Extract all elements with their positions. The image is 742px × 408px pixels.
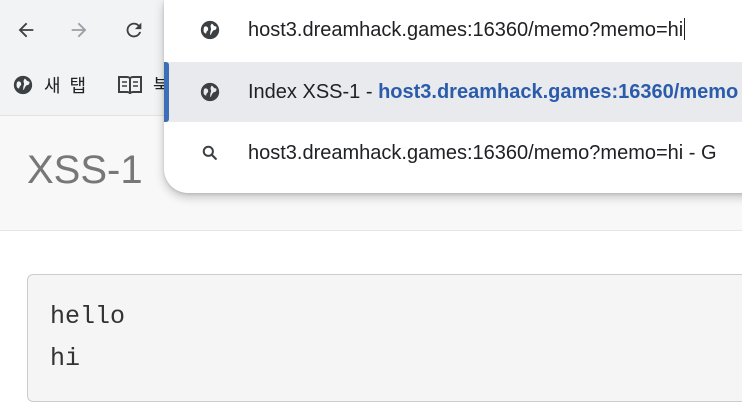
address-input[interactable]: host3.dreamhack.games:16360/memo?memo=hi bbox=[248, 18, 686, 42]
memo-line: hello bbox=[50, 302, 126, 331]
address-bar[interactable]: host3.dreamhack.games:16360/memo?memo=hi bbox=[164, 0, 742, 60]
arrow-right-icon bbox=[71, 22, 87, 38]
site-title[interactable]: XSS-1 bbox=[27, 148, 143, 193]
globe-icon bbox=[13, 75, 33, 95]
search-icon bbox=[198, 141, 222, 165]
suggestion-row-search[interactable]: host3.dreamhack.games:16360/memo?memo=hi… bbox=[164, 124, 742, 182]
reload-icon bbox=[126, 22, 142, 38]
bookmark-label: 새 탭 bbox=[44, 76, 89, 96]
forward-button[interactable] bbox=[63, 14, 95, 46]
bookmark-new-tab[interactable]: 새 탭 bbox=[12, 72, 88, 98]
memo-box bbox=[27, 274, 742, 402]
suggestion-text: Index XSS-1 - host3.dreamhack.games:1636… bbox=[248, 80, 739, 103]
arrow-left-icon bbox=[18, 22, 34, 38]
suggestion-row-history[interactable]: Index XSS-1 - host3.dreamhack.games:1636… bbox=[164, 62, 742, 122]
reload-button[interactable] bbox=[118, 14, 150, 46]
suggestion-text: host3.dreamhack.games:16360/memo?memo=hi… bbox=[248, 141, 717, 164]
selection-indicator bbox=[164, 62, 169, 122]
globe-icon bbox=[198, 18, 222, 42]
back-button[interactable] bbox=[10, 14, 42, 46]
text-caret bbox=[684, 18, 686, 40]
suggestion-url: host3.dreamhack.games:16360/memo bbox=[378, 80, 739, 103]
globe-icon bbox=[198, 80, 222, 104]
book-icon bbox=[118, 76, 142, 95]
memo-line: hi bbox=[50, 344, 81, 373]
